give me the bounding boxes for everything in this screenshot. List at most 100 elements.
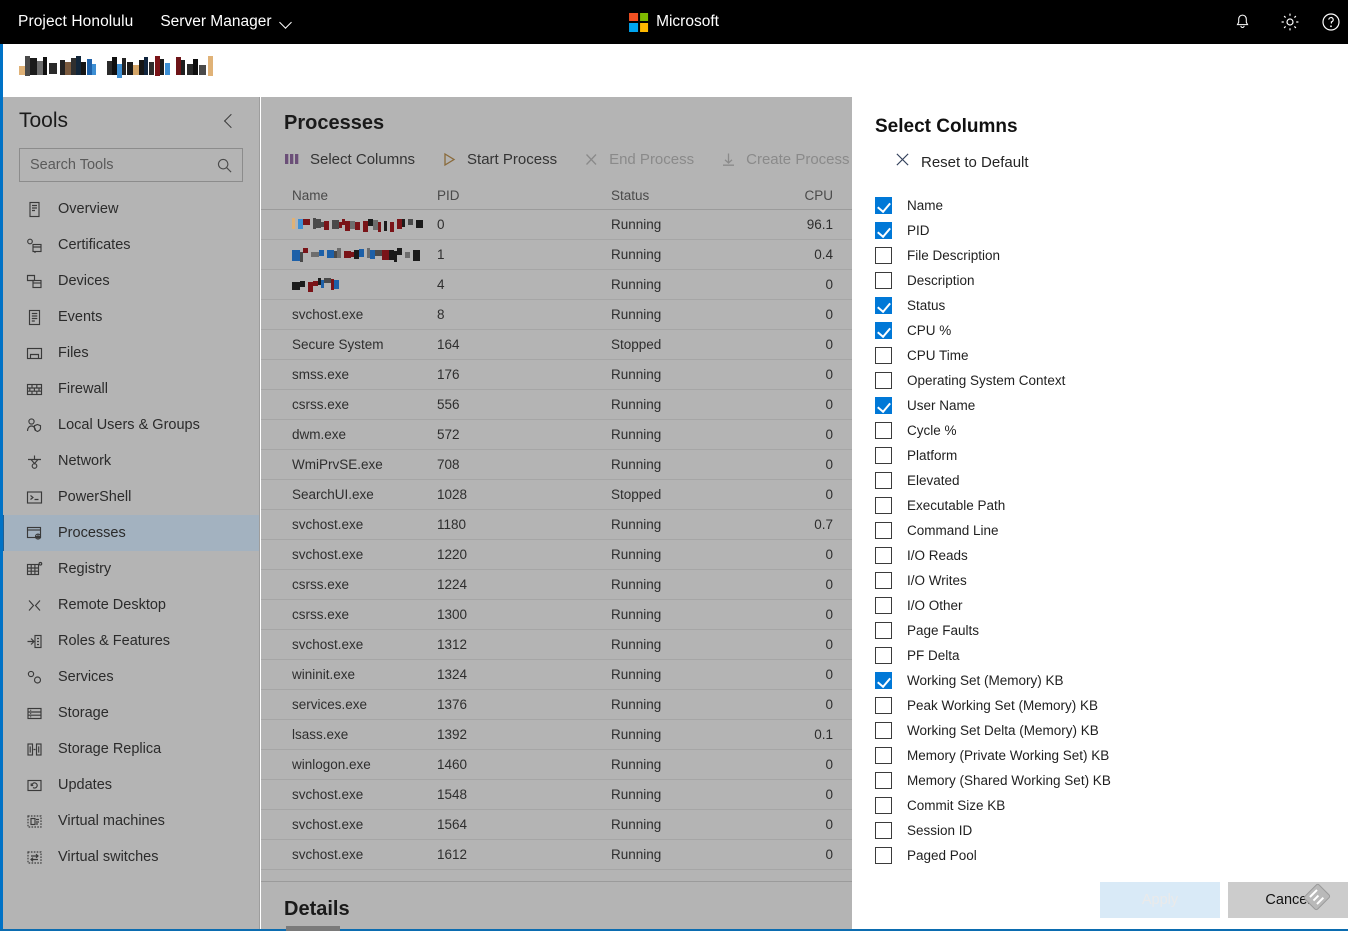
sidebar-item-local-users-groups[interactable]: Local Users & Groups: [3, 407, 259, 443]
checkbox[interactable]: [875, 247, 892, 264]
checkbox[interactable]: [875, 347, 892, 364]
sidebar-item-storage-replica[interactable]: Storage Replica: [3, 731, 259, 767]
column-option-elevated[interactable]: Elevated: [852, 468, 1348, 493]
checkbox[interactable]: [875, 697, 892, 714]
table-row[interactable]: WmiPrvSE.exe 708 Running 0: [261, 450, 852, 480]
column-option-description[interactable]: Description: [852, 268, 1348, 293]
column-option-pf-delta[interactable]: PF Delta: [852, 643, 1348, 668]
column-option-memory-private-working-set-kb[interactable]: Memory (Private Working Set) KB: [852, 743, 1348, 768]
sidebar-item-powershell[interactable]: PowerShell: [3, 479, 259, 515]
column-option-file-description[interactable]: File Description: [852, 243, 1348, 268]
sidebar-item-remote-desktop[interactable]: Remote Desktop: [3, 587, 259, 623]
checkbox[interactable]: [875, 397, 892, 414]
checkbox[interactable]: [875, 372, 892, 389]
checkbox[interactable]: [875, 672, 892, 689]
select-columns-button[interactable]: Select Columns: [284, 151, 415, 168]
table-row[interactable]: 4 Running 0: [261, 270, 852, 300]
table-row[interactable]: csrss.exe 556 Running 0: [261, 390, 852, 420]
column-option-page-faults[interactable]: Page Faults: [852, 618, 1348, 643]
sidebar-item-roles-features[interactable]: Roles & Features: [3, 623, 259, 659]
table-row[interactable]: 0 Running 96.1: [261, 210, 852, 240]
column-option-name[interactable]: Name: [852, 193, 1348, 218]
table-row[interactable]: svchost.exe 1564 Running 0: [261, 810, 852, 840]
sidebar-item-network[interactable]: Network: [3, 443, 259, 479]
column-option-working-set-delta-memory-kb[interactable]: Working Set Delta (Memory) KB: [852, 718, 1348, 743]
column-option-cpu[interactable]: CPU %: [852, 318, 1348, 343]
checkbox[interactable]: [875, 522, 892, 539]
column-option-paged-pool[interactable]: Paged Pool: [852, 843, 1348, 868]
table-row[interactable]: svchost.exe 8 Running 0: [261, 300, 852, 330]
column-option-peak-working-set-memory-kb[interactable]: Peak Working Set (Memory) KB: [852, 693, 1348, 718]
table-row[interactable]: svchost.exe 1312 Running 0: [261, 630, 852, 660]
apply-button[interactable]: Apply: [1100, 882, 1220, 918]
column-header-pid[interactable]: PID: [437, 188, 611, 203]
checkbox[interactable]: [875, 722, 892, 739]
sidebar-item-events[interactable]: Events: [3, 299, 259, 335]
sidebar-item-devices[interactable]: Devices: [3, 263, 259, 299]
horizontal-scrollbar[interactable]: [286, 926, 340, 931]
column-header-cpu[interactable]: CPU: [771, 188, 833, 203]
column-option-operating-system-context[interactable]: Operating System Context: [852, 368, 1348, 393]
table-row[interactable]: svchost.exe 1612 Running 0: [261, 840, 852, 870]
checkbox[interactable]: [875, 472, 892, 489]
search-input[interactable]: [20, 157, 247, 173]
column-option-executable-path[interactable]: Executable Path: [852, 493, 1348, 518]
sidebar-item-virtual-switches[interactable]: Virtual switches: [3, 839, 259, 875]
column-header-name[interactable]: Name: [261, 188, 437, 203]
sidebar-item-firewall[interactable]: Firewall: [3, 371, 259, 407]
gear-icon[interactable]: [1266, 0, 1314, 44]
checkbox[interactable]: [875, 622, 892, 639]
column-option-i-o-reads[interactable]: I/O Reads: [852, 543, 1348, 568]
table-row[interactable]: svchost.exe 1548 Running 0: [261, 780, 852, 810]
column-header-status[interactable]: Status: [611, 188, 771, 203]
checkbox[interactable]: [875, 547, 892, 564]
bell-icon[interactable]: [1218, 0, 1266, 44]
table-row[interactable]: svchost.exe 1220 Running 0: [261, 540, 852, 570]
table-row[interactable]: lsass.exe 1392 Running 0.1: [261, 720, 852, 750]
checkbox[interactable]: [875, 572, 892, 589]
table-row[interactable]: csrss.exe 1224 Running 0: [261, 570, 852, 600]
column-option-cpu-time[interactable]: CPU Time: [852, 343, 1348, 368]
table-row[interactable]: dwm.exe 572 Running 0: [261, 420, 852, 450]
column-option-cycle[interactable]: Cycle %: [852, 418, 1348, 443]
sidebar-item-virtual-machines[interactable]: Virtual machines: [3, 803, 259, 839]
sidebar-item-registry[interactable]: Registry: [3, 551, 259, 587]
sidebar-item-services[interactable]: Services: [3, 659, 259, 695]
chevron-left-icon[interactable]: [220, 112, 238, 130]
table-row[interactable]: services.exe 1376 Running 0: [261, 690, 852, 720]
column-option-platform[interactable]: Platform: [852, 443, 1348, 468]
checkbox[interactable]: [875, 272, 892, 289]
checkbox[interactable]: [875, 747, 892, 764]
column-option-session-id[interactable]: Session ID: [852, 818, 1348, 843]
table-row[interactable]: Secure System 164 Stopped 0: [261, 330, 852, 360]
table-row[interactable]: SearchUI.exe 1028 Stopped 0: [261, 480, 852, 510]
column-option-user-name[interactable]: User Name: [852, 393, 1348, 418]
checkbox[interactable]: [875, 647, 892, 664]
checkbox[interactable]: [875, 822, 892, 839]
sidebar-item-overview[interactable]: Overview: [3, 191, 259, 227]
sidebar-item-certificates[interactable]: Certificates: [3, 227, 259, 263]
sidebar-item-storage[interactable]: Storage: [3, 695, 259, 731]
checkbox[interactable]: [875, 297, 892, 314]
checkbox[interactable]: [875, 322, 892, 339]
table-row[interactable]: wininit.exe 1324 Running 0: [261, 660, 852, 690]
table-row[interactable]: smss.exe 176 Running 0: [261, 360, 852, 390]
checkbox[interactable]: [875, 772, 892, 789]
app-switcher[interactable]: Server Manager: [160, 13, 293, 31]
column-option-commit-size-kb[interactable]: Commit Size KB: [852, 793, 1348, 818]
help-icon[interactable]: [1314, 0, 1348, 44]
checkbox[interactable]: [875, 847, 892, 864]
table-row[interactable]: svchost.exe 1180 Running 0.7: [261, 510, 852, 540]
column-option-command-line[interactable]: Command Line: [852, 518, 1348, 543]
column-option-i-o-other[interactable]: I/O Other: [852, 593, 1348, 618]
column-option-pid[interactable]: PID: [852, 218, 1348, 243]
column-option-status[interactable]: Status: [852, 293, 1348, 318]
checkbox[interactable]: [875, 222, 892, 239]
table-row[interactable]: 1 Running 0.4: [261, 240, 852, 270]
column-option-working-set-memory-kb[interactable]: Working Set (Memory) KB: [852, 668, 1348, 693]
table-row[interactable]: csrss.exe 1300 Running 0: [261, 600, 852, 630]
checkbox[interactable]: [875, 497, 892, 514]
sidebar-item-files[interactable]: Files: [3, 335, 259, 371]
start-process-button[interactable]: Start Process: [441, 151, 557, 168]
reset-to-default-button[interactable]: Reset to Default: [852, 138, 1348, 172]
